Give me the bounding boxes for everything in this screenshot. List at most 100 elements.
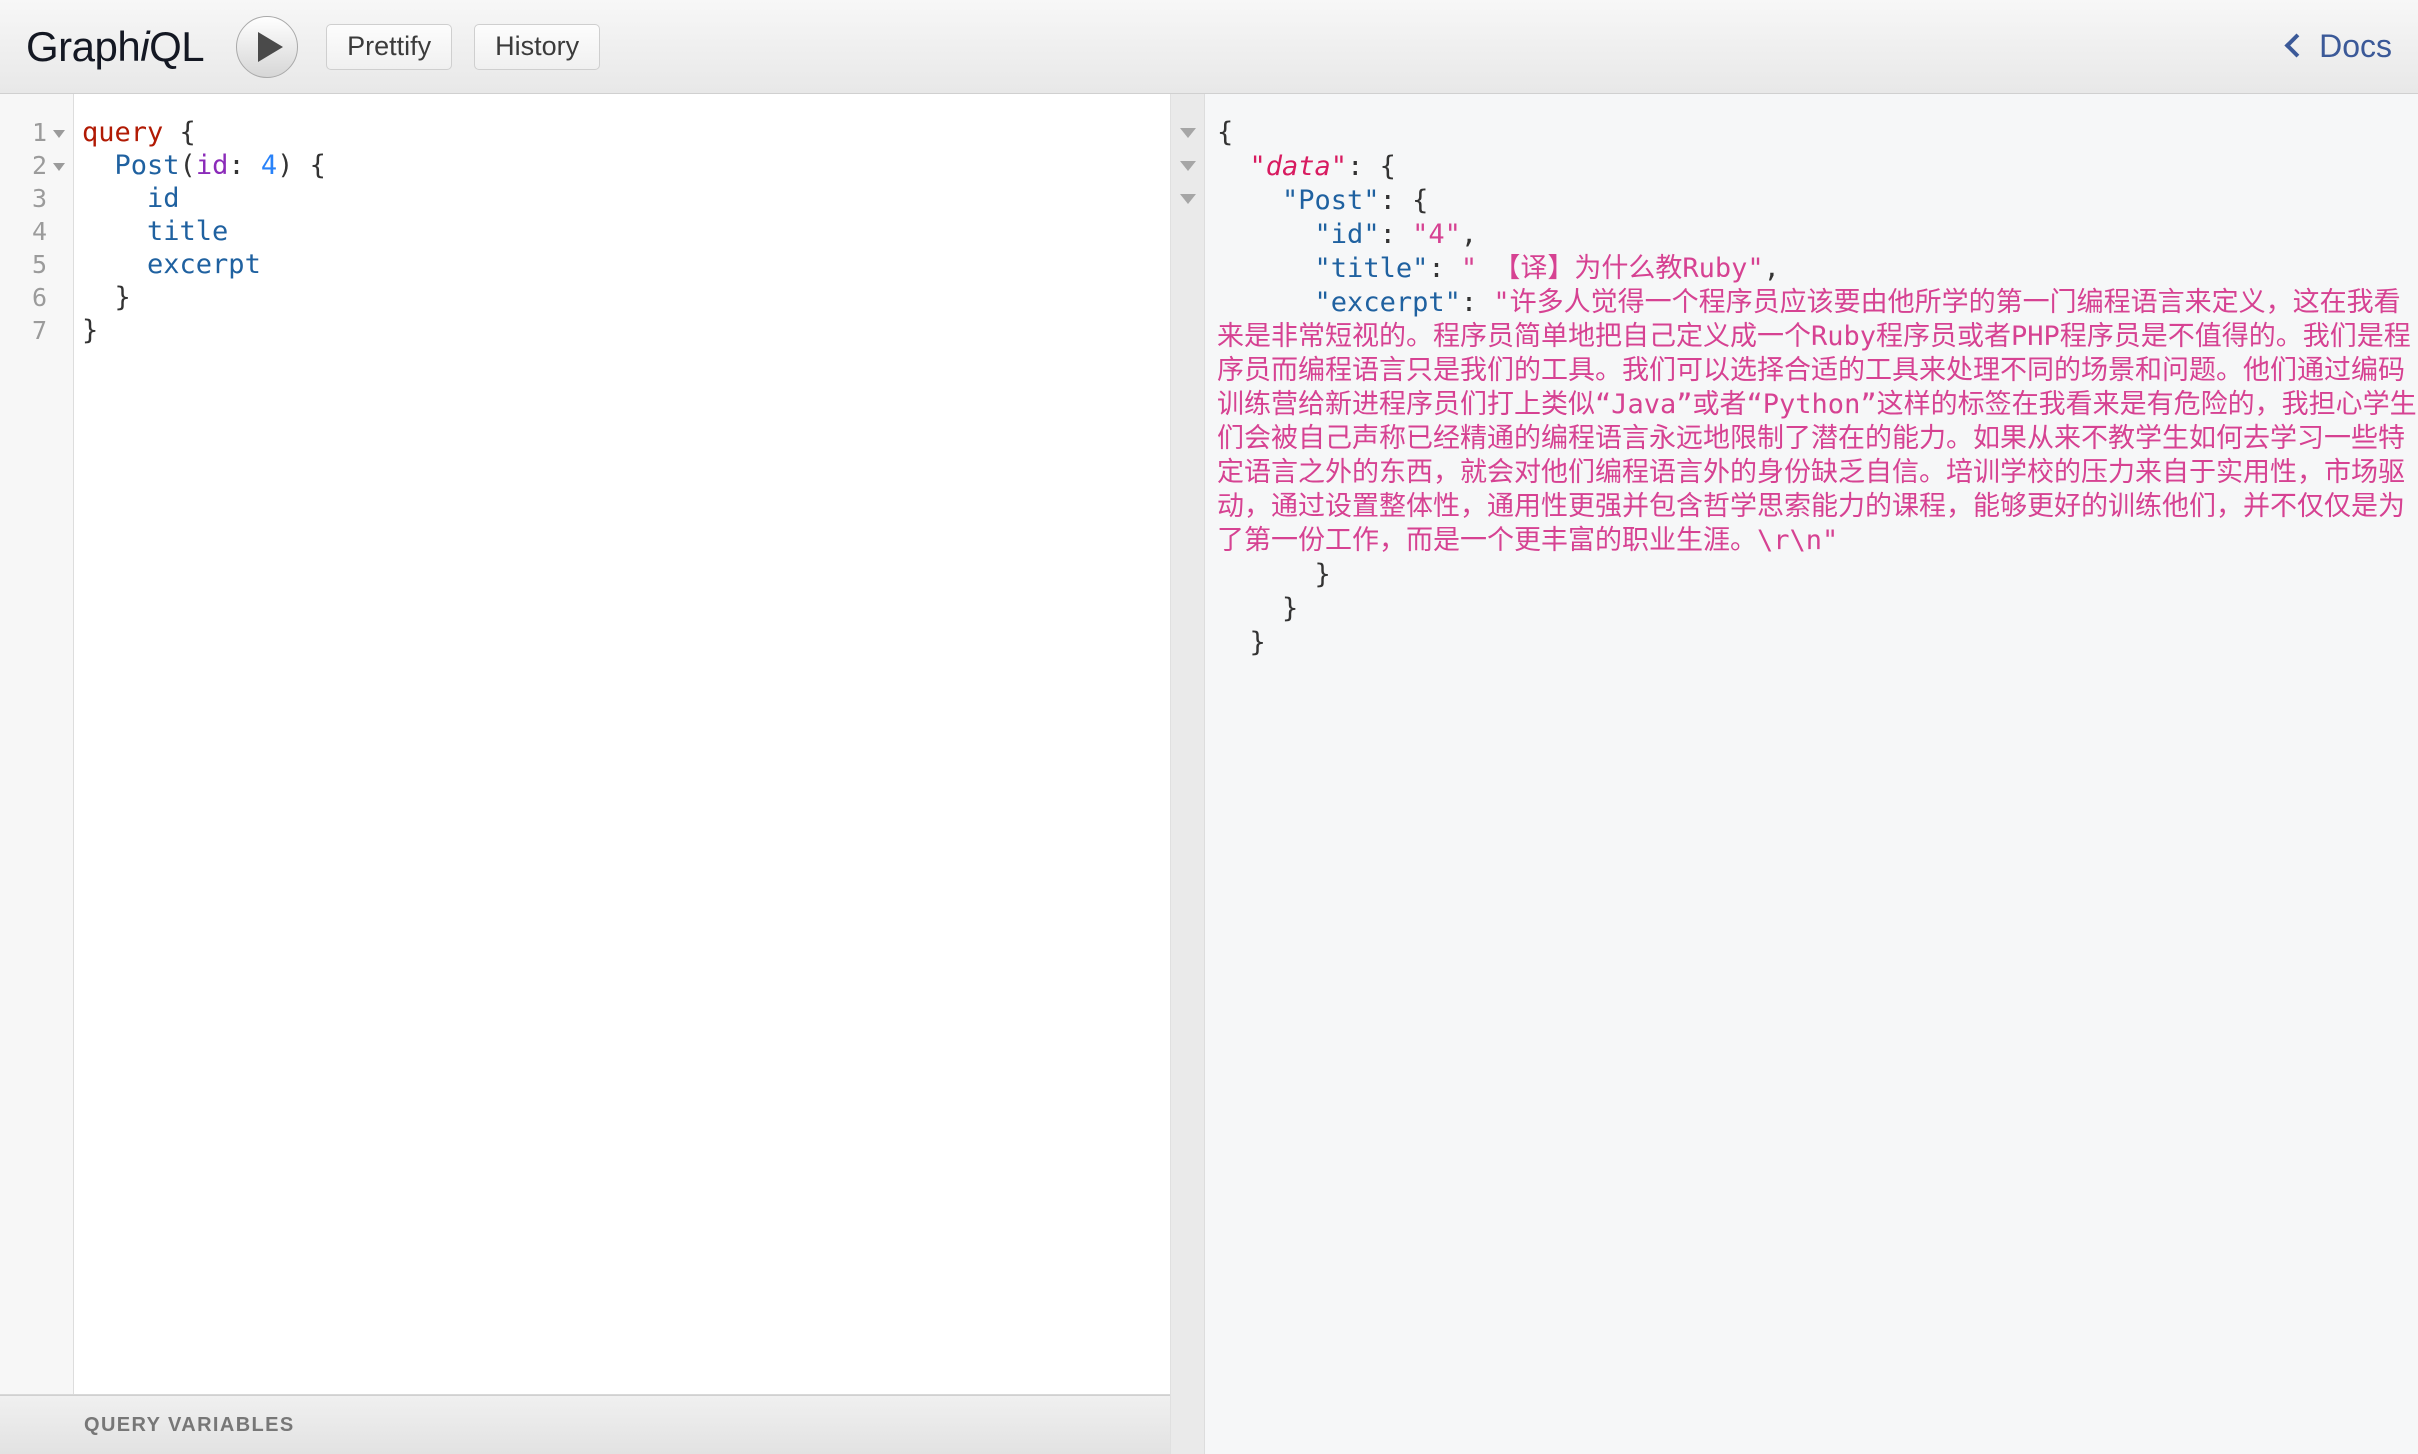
token-punctuation: ( (179, 150, 196, 181)
json-key-id: "id" (1314, 219, 1380, 250)
fold-row[interactable] (1171, 182, 1204, 215)
token-punctuation: { (1217, 117, 1234, 148)
result-line: "title": " 【译】为什么教Ruby", (1217, 252, 2418, 286)
token-number: 4 (260, 150, 278, 181)
logo-text-tail: QL (149, 22, 205, 70)
result-line: "excerpt": "许多人觉得一个程序员应该要由他所学的第一门编程语言来定义… (1217, 286, 2418, 558)
line-number: 2 (31, 151, 47, 180)
token-punctuation: } (1249, 627, 1266, 658)
result-line: "id": "4", (1217, 218, 2418, 252)
result-line: } (1217, 592, 2418, 626)
line-number-row[interactable]: 7 (0, 314, 73, 347)
line-number-row[interactable]: 3 (0, 182, 73, 215)
token-field-name: Post (114, 150, 180, 181)
line-number-row[interactable]: 4 (0, 215, 73, 248)
json-key-title: "title" (1314, 253, 1429, 284)
query-variables-label: QUERY VARIABLES (84, 1413, 295, 1436)
fold-arrow-icon[interactable] (1179, 160, 1196, 171)
query-editor[interactable]: 1 2 3 4 5 6 7 query { Post(id: 4) { id t… (0, 94, 1170, 1395)
token-punctuation: , (1460, 219, 1478, 250)
code-line: Post(id: 4) { (82, 149, 1170, 182)
result-line: { (1217, 116, 2418, 150)
code-line: } (82, 281, 1170, 314)
result-line: } (1217, 626, 2418, 660)
history-button[interactable]: History (474, 23, 601, 70)
token-punctuation: } (1314, 559, 1331, 590)
fold-row[interactable] (1171, 116, 1204, 149)
fold-row[interactable] (1171, 149, 1204, 182)
json-key-post: "Post" (1282, 185, 1380, 216)
token-punctuation: : (228, 150, 261, 181)
fold-arrow-icon[interactable] (53, 163, 65, 171)
token-punctuation: { (163, 117, 196, 148)
line-number-row[interactable]: 5 (0, 248, 73, 281)
line-number-row[interactable]: 2 (0, 149, 73, 182)
prettify-button[interactable]: Prettify (326, 23, 453, 70)
token-field-name: title (147, 216, 229, 247)
code-line: } (82, 314, 1170, 347)
docs-label: Docs (2319, 28, 2392, 64)
token-punctuation: ) { (277, 150, 326, 181)
line-number: 5 (31, 250, 47, 279)
json-value-id: "4" (1412, 219, 1461, 250)
query-pane: 1 2 3 4 5 6 7 query { Post(id: 4) { id t… (0, 94, 1171, 1454)
line-number: 1 (31, 118, 47, 147)
line-number: 4 (31, 217, 47, 246)
token-punctuation: } (1282, 593, 1299, 624)
line-number: 7 (31, 316, 47, 345)
token-keyword: query (82, 117, 164, 148)
line-number: 3 (31, 184, 47, 213)
result-line: "Post": { (1217, 184, 2418, 218)
query-code[interactable]: query { Post(id: 4) { id title excerpt }… (74, 94, 1170, 1394)
token-punctuation: : { (1379, 185, 1429, 216)
code-line: id (82, 182, 1170, 215)
query-variables-toggle[interactable]: QUERY VARIABLES (0, 1395, 1170, 1454)
result-pane: { "data": { "Post": { "id": "4", "title"… (1171, 94, 2418, 1454)
docs-toggle-button[interactable]: Docs (2284, 28, 2392, 65)
query-line-number-gutter: 1 2 3 4 5 6 7 (0, 94, 74, 1394)
result-fold-gutter (1171, 94, 1205, 1454)
result-line: "data": { (1217, 150, 2418, 184)
fold-arrow-icon[interactable] (1179, 193, 1196, 204)
token-punctuation: : { (1347, 151, 1396, 182)
result-viewer[interactable]: { "data": { "Post": { "id": "4", "title"… (1205, 94, 2418, 1454)
line-number-row[interactable]: 6 (0, 281, 73, 314)
graphiql-app: GraphiQL Prettify History Docs 1 2 3 4 5… (0, 0, 2418, 1454)
token-field-name: excerpt (147, 249, 261, 280)
code-line: excerpt (82, 248, 1170, 281)
json-key-data: "data" (1249, 151, 1348, 182)
chevron-left-icon (2284, 33, 2309, 58)
json-value-excerpt: "许多人觉得一个程序员应该要由他所学的第一门编程语言来定义，这在我看来是非常短视… (1217, 287, 2417, 556)
token-punctuation: } (114, 282, 131, 313)
code-line: query { (82, 116, 1170, 149)
line-number: 6 (31, 283, 47, 312)
json-value-title: " 【译】为什么教Ruby" (1460, 253, 1764, 284)
token-punctuation: } (82, 315, 99, 346)
fold-arrow-icon[interactable] (53, 130, 65, 138)
token-punctuation: , (1763, 253, 1780, 284)
fold-arrow-icon[interactable] (1179, 127, 1196, 138)
token-field-name: id (147, 183, 180, 214)
editor-panes: 1 2 3 4 5 6 7 query { Post(id: 4) { id t… (0, 94, 2418, 1454)
play-icon (257, 31, 283, 62)
token-punctuation: : (1428, 253, 1461, 284)
line-number-row[interactable]: 1 (0, 116, 73, 149)
json-key-excerpt: "excerpt" (1314, 287, 1461, 318)
code-line: title (82, 215, 1170, 248)
token-punctuation: : (1460, 287, 1494, 318)
toolbar: GraphiQL Prettify History Docs (0, 0, 2418, 94)
token-punctuation: : (1379, 219, 1413, 250)
execute-query-button[interactable] (236, 15, 299, 78)
